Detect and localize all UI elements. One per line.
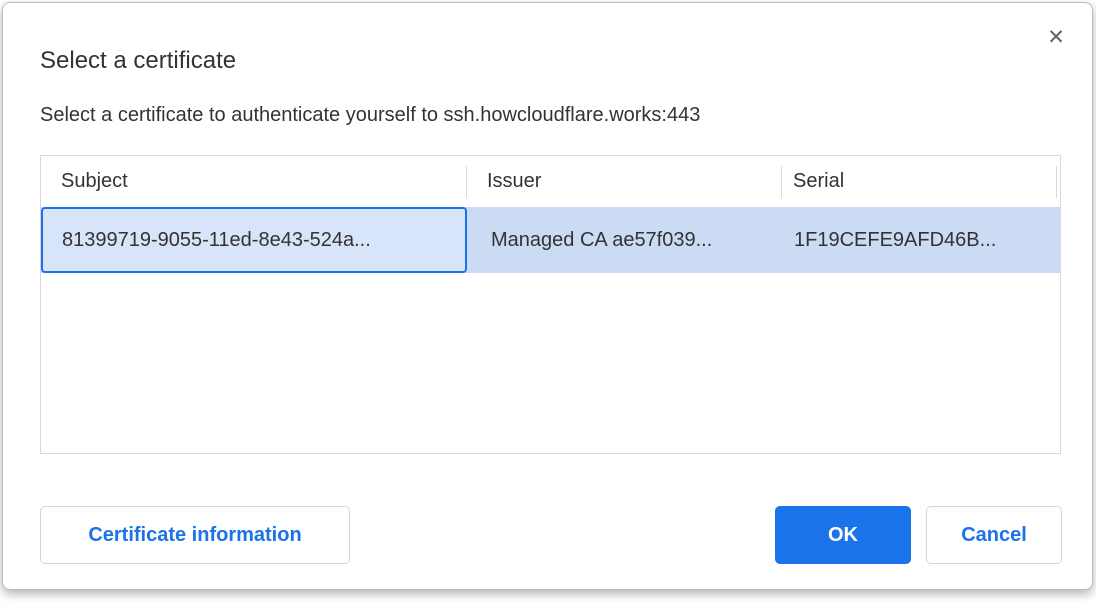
- column-header-subject: Subject: [61, 156, 128, 207]
- column-divider: [781, 166, 782, 198]
- certificate-information-button[interactable]: Certificate information: [40, 506, 350, 564]
- certificate-table: Subject Issuer Serial Managed CA ae57f03…: [40, 155, 1061, 454]
- certificate-row-selected[interactable]: Managed CA ae57f039... 1F19CEFE9AFD46B..…: [41, 207, 1060, 273]
- column-header-issuer: Issuer: [487, 156, 541, 207]
- close-icon[interactable]: ✕: [1042, 23, 1070, 51]
- cancel-button[interactable]: Cancel: [926, 506, 1062, 564]
- dialog-subtitle: Select a certificate to authenticate you…: [40, 104, 700, 127]
- table-header-row: Subject Issuer Serial: [41, 156, 1060, 207]
- cell-subject[interactable]: 81399719-9055-11ed-8e43-524a...: [41, 207, 467, 273]
- column-divider: [1056, 166, 1057, 198]
- certificate-picker-dialog: ✕ Select a certificate Select a certific…: [2, 2, 1093, 590]
- cell-serial[interactable]: 1F19CEFE9AFD46B...: [794, 207, 1060, 273]
- dialog-title: Select a certificate: [40, 47, 236, 75]
- column-divider: [466, 166, 467, 198]
- cell-issuer[interactable]: Managed CA ae57f039...: [491, 207, 781, 273]
- column-header-serial: Serial: [793, 156, 844, 207]
- ok-button[interactable]: OK: [775, 506, 911, 564]
